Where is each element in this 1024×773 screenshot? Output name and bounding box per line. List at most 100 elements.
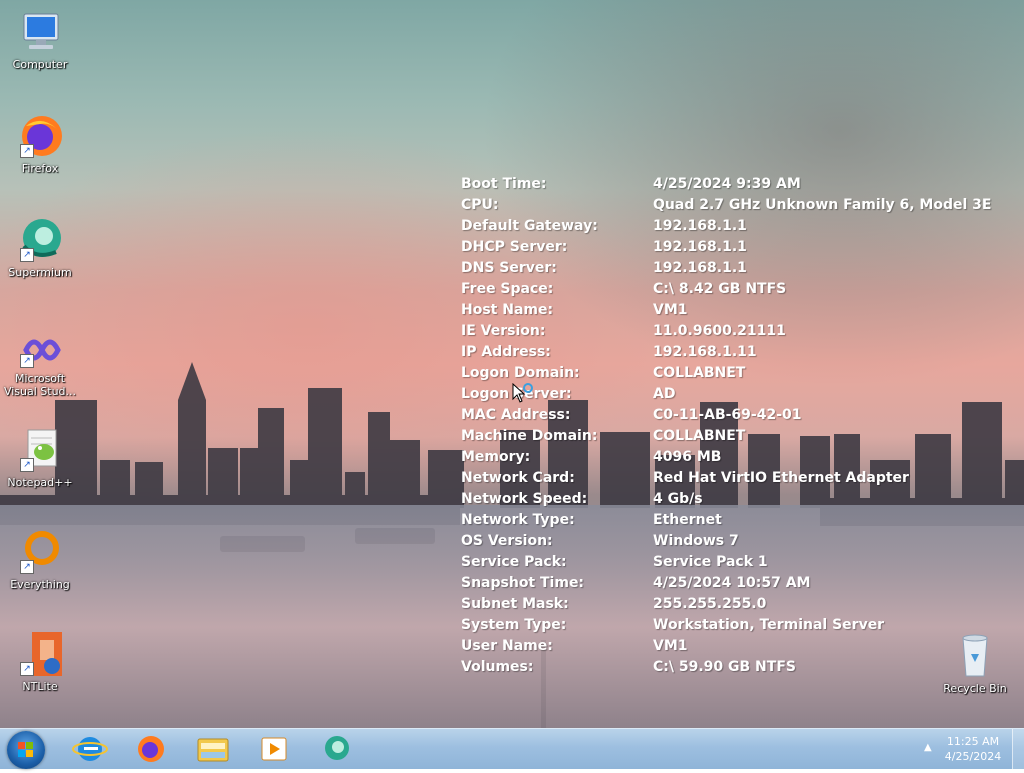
sysinfo-row: DNS Server: 192.168.1.1 xyxy=(461,258,991,279)
sysinfo-label: OS Version: xyxy=(461,533,553,549)
sysinfo-label: Logon Domain: xyxy=(461,365,580,381)
supermium-icon: ↗ xyxy=(16,216,64,264)
busy-cursor-icon xyxy=(512,383,533,403)
desktop-icon-visual-studio[interactable]: ↗ Microsoft Visual Stud... xyxy=(0,330,80,398)
shortcut-arrow-icon: ↗ xyxy=(20,144,34,158)
taskbar-internet-explorer[interactable] xyxy=(64,732,116,766)
sysinfo-value: 192.168.1.1 xyxy=(653,239,747,255)
sysinfo-label: Network Type: xyxy=(461,512,575,528)
notepadpp-icon: ↗ xyxy=(16,426,64,474)
desktop-icon-label: Supermium xyxy=(8,266,72,279)
sysinfo-value: 4 Gb/s xyxy=(653,491,703,507)
desktop-icon-label: Notepad++ xyxy=(7,476,73,489)
sysinfo-value: 255.255.255.0 xyxy=(653,596,767,612)
sysinfo-value: 4/25/2024 10:57 AM xyxy=(653,575,811,591)
desktop-icon-supermium[interactable]: ↗ Supermium xyxy=(0,216,80,279)
taskbar-supermium[interactable] xyxy=(310,732,362,766)
supermium-icon xyxy=(325,736,349,760)
sysinfo-row: Logon Server: AD xyxy=(461,384,991,405)
show-hidden-icons-button[interactable]: ▲ xyxy=(924,742,932,753)
sysinfo-label: MAC Address: xyxy=(461,407,571,423)
file-explorer-icon xyxy=(197,738,229,762)
shortcut-arrow-icon: ↗ xyxy=(20,248,34,262)
sysinfo-label: User Name: xyxy=(461,638,553,654)
visual-studio-icon: ↗ xyxy=(16,330,64,370)
sysinfo-label: CPU: xyxy=(461,197,499,213)
media-player-icon xyxy=(261,737,287,761)
sysinfo-value: Red Hat VirtIO Ethernet Adapter xyxy=(653,470,909,486)
desktop-icon-label: Everything xyxy=(10,578,70,591)
desktop-icon-everything[interactable]: ↗ Everything xyxy=(0,528,80,591)
sysinfo-row: Free Space: C:\ 8.42 GB NTFS xyxy=(461,279,991,300)
shortcut-arrow-icon: ↗ xyxy=(20,458,34,472)
sysinfo-row: DHCP Server: 192.168.1.1 xyxy=(461,237,991,258)
sysinfo-row: Volumes: C:\ 59.90 GB NTFS xyxy=(461,657,991,678)
taskbar-firefox[interactable] xyxy=(125,732,177,766)
sysinfo-label: Free Space: xyxy=(461,281,554,297)
shortcut-arrow-icon: ↗ xyxy=(20,354,34,368)
sysinfo-row: Memory: 4096 MB xyxy=(461,447,991,468)
ntlite-icon: ↗ xyxy=(16,630,64,678)
desktop-icon-label: Computer xyxy=(12,58,68,71)
sysinfo-value: Windows 7 xyxy=(653,533,739,549)
sysinfo-label: IE Version: xyxy=(461,323,546,339)
everything-icon: ↗ xyxy=(16,528,64,576)
sysinfo-label: DNS Server: xyxy=(461,260,557,276)
taskbar-file-explorer[interactable] xyxy=(187,732,239,766)
shortcut-arrow-icon: ↗ xyxy=(20,662,34,676)
sysinfo-row: Network Speed: 4 Gb/s xyxy=(461,489,991,510)
internet-explorer-icon xyxy=(72,737,108,761)
desktop-icon-label: Microsoft Visual Stud... xyxy=(3,372,77,398)
sysinfo-value: C:\ 59.90 GB NTFS xyxy=(653,659,796,675)
sysinfo-value: COLLABNET xyxy=(653,365,746,381)
sysinfo-value: AD xyxy=(653,386,676,402)
sysinfo-label: Snapshot Time: xyxy=(461,575,585,591)
sysinfo-value: COLLABNET xyxy=(653,428,746,444)
sysinfo-value: 11.0.9600.21111 xyxy=(653,323,786,339)
sysinfo-value: 4096 MB xyxy=(653,449,722,465)
sysinfo-value: VM1 xyxy=(653,302,688,318)
sysinfo-value: 4/25/2024 9:39 AM xyxy=(653,176,801,192)
sysinfo-row: System Type: Workstation, Terminal Server xyxy=(461,615,991,636)
sysinfo-label: Network Speed: xyxy=(461,491,588,507)
desktop-icon-computer[interactable]: Computer xyxy=(0,8,80,71)
sysinfo-row: IP Address: 192.168.1.11 xyxy=(461,342,991,363)
sysinfo-value: C:\ 8.42 GB NTFS xyxy=(653,281,787,297)
computer-icon xyxy=(16,8,64,56)
desktop-icon-notepadpp[interactable]: ↗ Notepad++ xyxy=(0,426,80,489)
sysinfo-row: Subnet Mask: 255.255.255.0 xyxy=(461,594,991,615)
desktop-icon-label: Recycle Bin xyxy=(943,682,1007,695)
sysinfo-value: Service Pack 1 xyxy=(653,554,768,570)
sysinfo-row: Host Name: VM1 xyxy=(461,300,991,321)
sysinfo-value: VM1 xyxy=(653,638,688,654)
start-button[interactable] xyxy=(7,731,45,769)
sysinfo-row: IE Version: 11.0.9600.21111 xyxy=(461,321,991,342)
sysinfo-label: Logon Server: xyxy=(461,386,572,402)
sysinfo-row: CPU: Quad 2.7 GHz Unknown Family 6, Model… xyxy=(461,195,991,216)
sysinfo-label: DHCP Server: xyxy=(461,239,568,255)
taskbar: ▲ 11:25 AM 4/25/2024 xyxy=(0,728,1024,769)
firefox-icon xyxy=(138,736,164,762)
sysinfo-label: Network Card: xyxy=(461,470,575,486)
sysinfo-value: Ethernet xyxy=(653,512,722,528)
shortcut-arrow-icon: ↗ xyxy=(20,560,34,574)
sysinfo-row: Machine Domain: COLLABNET xyxy=(461,426,991,447)
desktop-icon-label: Firefox xyxy=(21,162,59,175)
taskbar-media-player[interactable] xyxy=(248,732,300,766)
taskbar-clock[interactable]: 11:25 AM 4/25/2024 xyxy=(936,734,1010,764)
sysinfo-value: 192.168.1.1 xyxy=(653,218,747,234)
sysinfo-row: Logon Domain: COLLABNET xyxy=(461,363,991,384)
firefox-icon: ↗ xyxy=(16,112,64,160)
clock-date: 4/25/2024 xyxy=(944,750,1002,763)
desktop-icon-firefox[interactable]: ↗ Firefox xyxy=(0,112,80,175)
desktop-icon-ntlite[interactable]: ↗ NTLite xyxy=(0,630,80,693)
desktop-icon-label: NTLite xyxy=(22,680,58,693)
sysinfo-row: Service Pack: Service Pack 1 xyxy=(461,552,991,573)
sysinfo-label: IP Address: xyxy=(461,344,551,360)
sysinfo-label: Boot Time: xyxy=(461,176,547,192)
show-desktop-button[interactable] xyxy=(1012,729,1024,769)
sysinfo-value: C0-11-AB-69-42-01 xyxy=(653,407,802,423)
sysinfo-row: Boot Time: 4/25/2024 9:39 AM xyxy=(461,174,991,195)
sysinfo-row: Network Type: Ethernet xyxy=(461,510,991,531)
sysinfo-label: Host Name: xyxy=(461,302,554,318)
